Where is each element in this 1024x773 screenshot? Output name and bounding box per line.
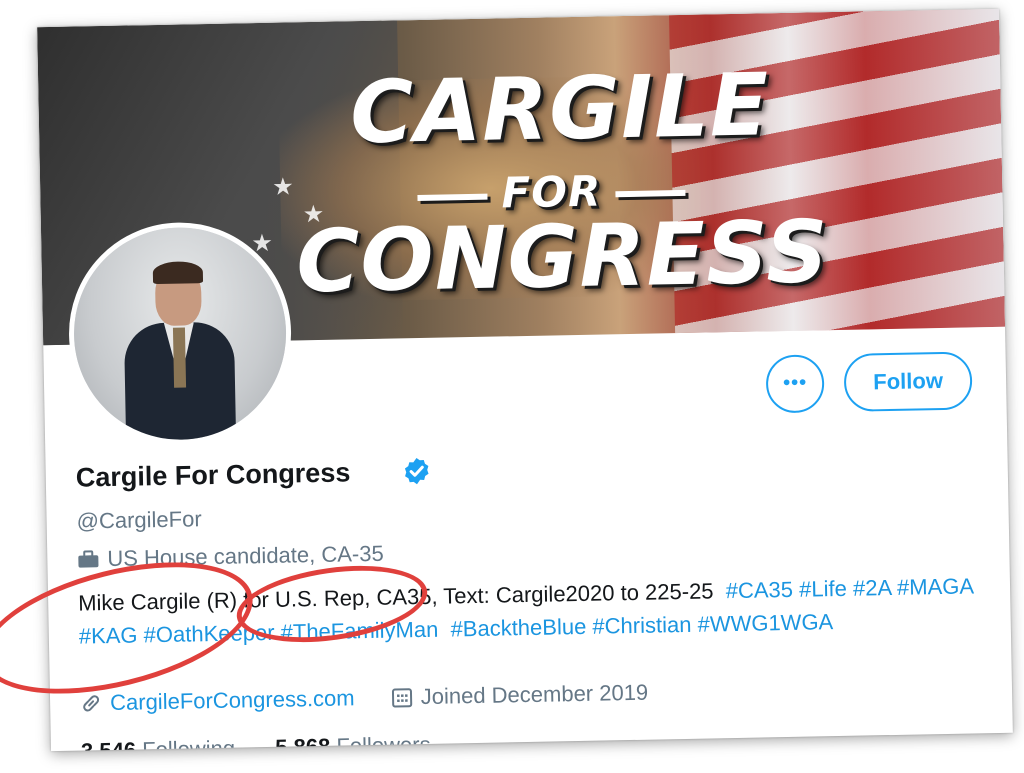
- hashtag-link[interactable]: #OathKeeper: [143, 620, 274, 648]
- joined-date: Joined December 2019: [390, 680, 648, 710]
- avatar[interactable]: [66, 220, 294, 447]
- banner-title-line1: CARGILE: [349, 55, 771, 164]
- following-stat[interactable]: 3,546 Following: [81, 736, 236, 752]
- profile-name: Cargile For Congress: [75, 457, 351, 493]
- calendar-icon: [391, 688, 412, 708]
- verified-badge-icon: [404, 457, 429, 485]
- followers-count: 5,868: [275, 733, 331, 752]
- hashtag-link[interactable]: #MAGA: [897, 573, 973, 599]
- profile-stats: 3,546 Following 5,868 Followers: [81, 732, 431, 751]
- hashtag-link[interactable]: #WWG1WGA: [697, 609, 833, 637]
- briefcase-icon: [78, 550, 99, 568]
- link-icon: [83, 695, 100, 712]
- bio-text: Mike Cargile (R) for U.S. Rep, CA35, Tex…: [77, 578, 714, 616]
- hashtag-link[interactable]: #KAG: [79, 622, 138, 648]
- hashtag-link[interactable]: #BacktheBlue: [450, 614, 586, 642]
- hashtag-link[interactable]: #2A: [853, 575, 891, 601]
- hashtag-link[interactable]: #Life: [799, 576, 847, 602]
- following-label: Following: [141, 735, 236, 752]
- hashtag-link[interactable]: #CA35: [726, 577, 794, 603]
- followers-stat[interactable]: 5,868 Followers: [275, 732, 431, 751]
- joined-label: Joined December 2019: [420, 679, 649, 710]
- followers-label: Followers: [336, 731, 431, 752]
- more-options-button[interactable]: •••: [765, 354, 825, 414]
- profile-card: ★ ★ ★ CARGILE FOR CONGRESS ••• Follow Ca…: [37, 8, 1013, 752]
- profile-meta: CargileForCongress.com Joined December 2…: [80, 680, 649, 717]
- profile-bio: Mike Cargile (R) for U.S. Rep, CA35, Tex…: [78, 569, 979, 652]
- profile-category: US House candidate, CA-35: [77, 541, 384, 573]
- hashtag-link[interactable]: #TheFamilyMan: [280, 617, 438, 645]
- category-label: US House candidate, CA-35: [107, 540, 384, 572]
- profile-handle: @CargileFor: [76, 506, 202, 534]
- website-link[interactable]: CargileForCongress.com: [110, 685, 355, 715]
- following-count: 3,546: [80, 737, 137, 752]
- hashtag-link[interactable]: #Christian: [592, 612, 692, 639]
- follow-button[interactable]: Follow: [843, 351, 973, 412]
